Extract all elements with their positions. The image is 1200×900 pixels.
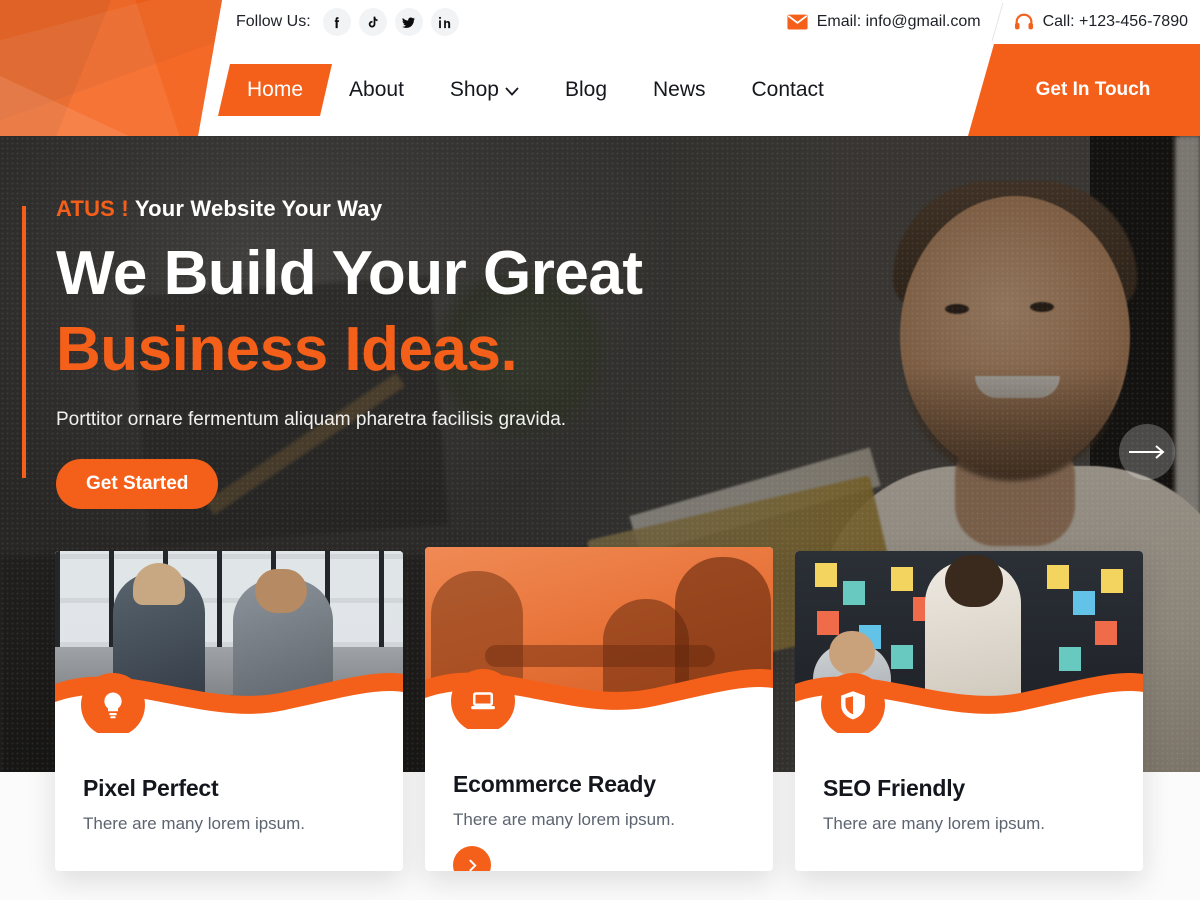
header-phone[interactable]: Call: +123-456-7890 (1014, 13, 1188, 31)
nav-item-home[interactable]: Home (224, 44, 326, 136)
card-media (55, 551, 403, 733)
card-body: Pixel Perfect There are many lorem ipsum… (55, 733, 403, 834)
card-media (425, 547, 773, 729)
card-body: Ecommerce Ready There are many lorem ips… (425, 729, 773, 871)
hero-next-slide-button[interactable] (1119, 424, 1175, 480)
social-link-twitter[interactable] (394, 8, 423, 36)
facebook-icon (335, 16, 340, 28)
chevron-down-icon (505, 78, 519, 102)
card-description: There are many lorem ipsum. (83, 814, 306, 833)
hero-eyebrow: ATUS ! Your Website Your Way (56, 196, 742, 222)
social-links (322, 8, 459, 36)
hero-title-line-2: Business Ideas. (56, 314, 518, 384)
shield-icon (821, 673, 885, 733)
card-read-more-button[interactable] (453, 846, 491, 871)
header-phone-text: Call: +123-456-7890 (1042, 13, 1188, 30)
social-link-linkedin[interactable] (430, 8, 459, 36)
nav-list: Home About Shop Blog News Contact (224, 44, 847, 136)
nav-item-news[interactable]: News (630, 44, 729, 136)
card-media (795, 551, 1143, 733)
header-email-text: Email: info@gmail.com (816, 13, 981, 30)
card-body: SEO Friendly There are many lorem ipsum. (795, 733, 1143, 834)
chevron-right-icon (468, 858, 477, 871)
card-description: There are many lorem ipsum. (823, 814, 1046, 833)
nav-item-blog[interactable]: Blog (542, 44, 630, 136)
nav-item-about-label: About (349, 78, 404, 101)
card-description: There are many lorem ipsum. (453, 810, 676, 829)
hero-title-line-1: We Build Your Great (56, 239, 643, 308)
linkedin-icon (439, 16, 451, 28)
get-started-button[interactable]: Get Started (56, 459, 219, 510)
get-in-touch-button[interactable]: Get In Touch (968, 44, 1200, 136)
laptop-icon (451, 669, 515, 729)
card-title: SEO Friendly (823, 775, 966, 801)
nav-item-blog-label: Blog (564, 78, 607, 101)
nav-item-shop[interactable]: Shop (427, 44, 542, 136)
card-title: Ecommerce Ready (453, 771, 656, 797)
main-navigation-bar: Home About Shop Blog News Contact Get In… (198, 44, 1200, 136)
hero-accent-bar (22, 206, 26, 478)
feature-card-seo-friendly[interactable]: SEO Friendly There are many lorem ipsum. (795, 551, 1143, 871)
nav-item-shop-label: Shop (449, 78, 499, 101)
arrow-right-icon (1129, 445, 1165, 459)
feature-card-ecommerce-ready[interactable]: Ecommerce Ready There are many lorem ips… (425, 547, 773, 871)
nav-item-about[interactable]: About (326, 44, 427, 136)
social-link-tiktok[interactable] (358, 8, 387, 36)
twitter-icon (402, 16, 416, 28)
hero-eyebrow-text: Your Website Your Way (134, 196, 383, 221)
nav-item-contact[interactable]: Contact (729, 44, 847, 136)
landing-page: ATUS ! Your Website Your Way We Build Yo… (0, 0, 1200, 900)
hero-eyebrow-brand: ATUS ! (56, 196, 129, 221)
lightbulb-icon (81, 673, 145, 733)
header-contact-divider (991, 3, 1004, 41)
site-header: Follow Us: Email: info@gmail.com Call: +… (0, 0, 1200, 136)
nav-item-news-label: News (653, 78, 706, 101)
follow-us-label: Follow Us: (236, 13, 311, 30)
social-link-facebook[interactable] (322, 8, 351, 36)
header-email[interactable]: Email: info@gmail.com (787, 13, 981, 31)
hero-subtitle: Porttitor ornare fermentum aliquam phare… (56, 409, 567, 431)
nav-item-contact-label: Contact (751, 78, 824, 101)
top-contact-bar: Follow Us: Email: info@gmail.com Call: +… (198, 0, 1200, 44)
card-title: Pixel Perfect (83, 775, 219, 801)
hero-content: ATUS ! Your Website Your Way We Build Yo… (22, 196, 742, 510)
feature-card-pixel-perfect[interactable]: Pixel Perfect There are many lorem ipsum… (55, 551, 403, 871)
tiktok-icon (368, 16, 378, 27)
headset-icon (1014, 13, 1033, 30)
envelope-icon (787, 14, 808, 30)
nav-item-home-label: Home (247, 78, 304, 101)
hero-title: We Build Your Great Business Ideas. (56, 236, 742, 387)
